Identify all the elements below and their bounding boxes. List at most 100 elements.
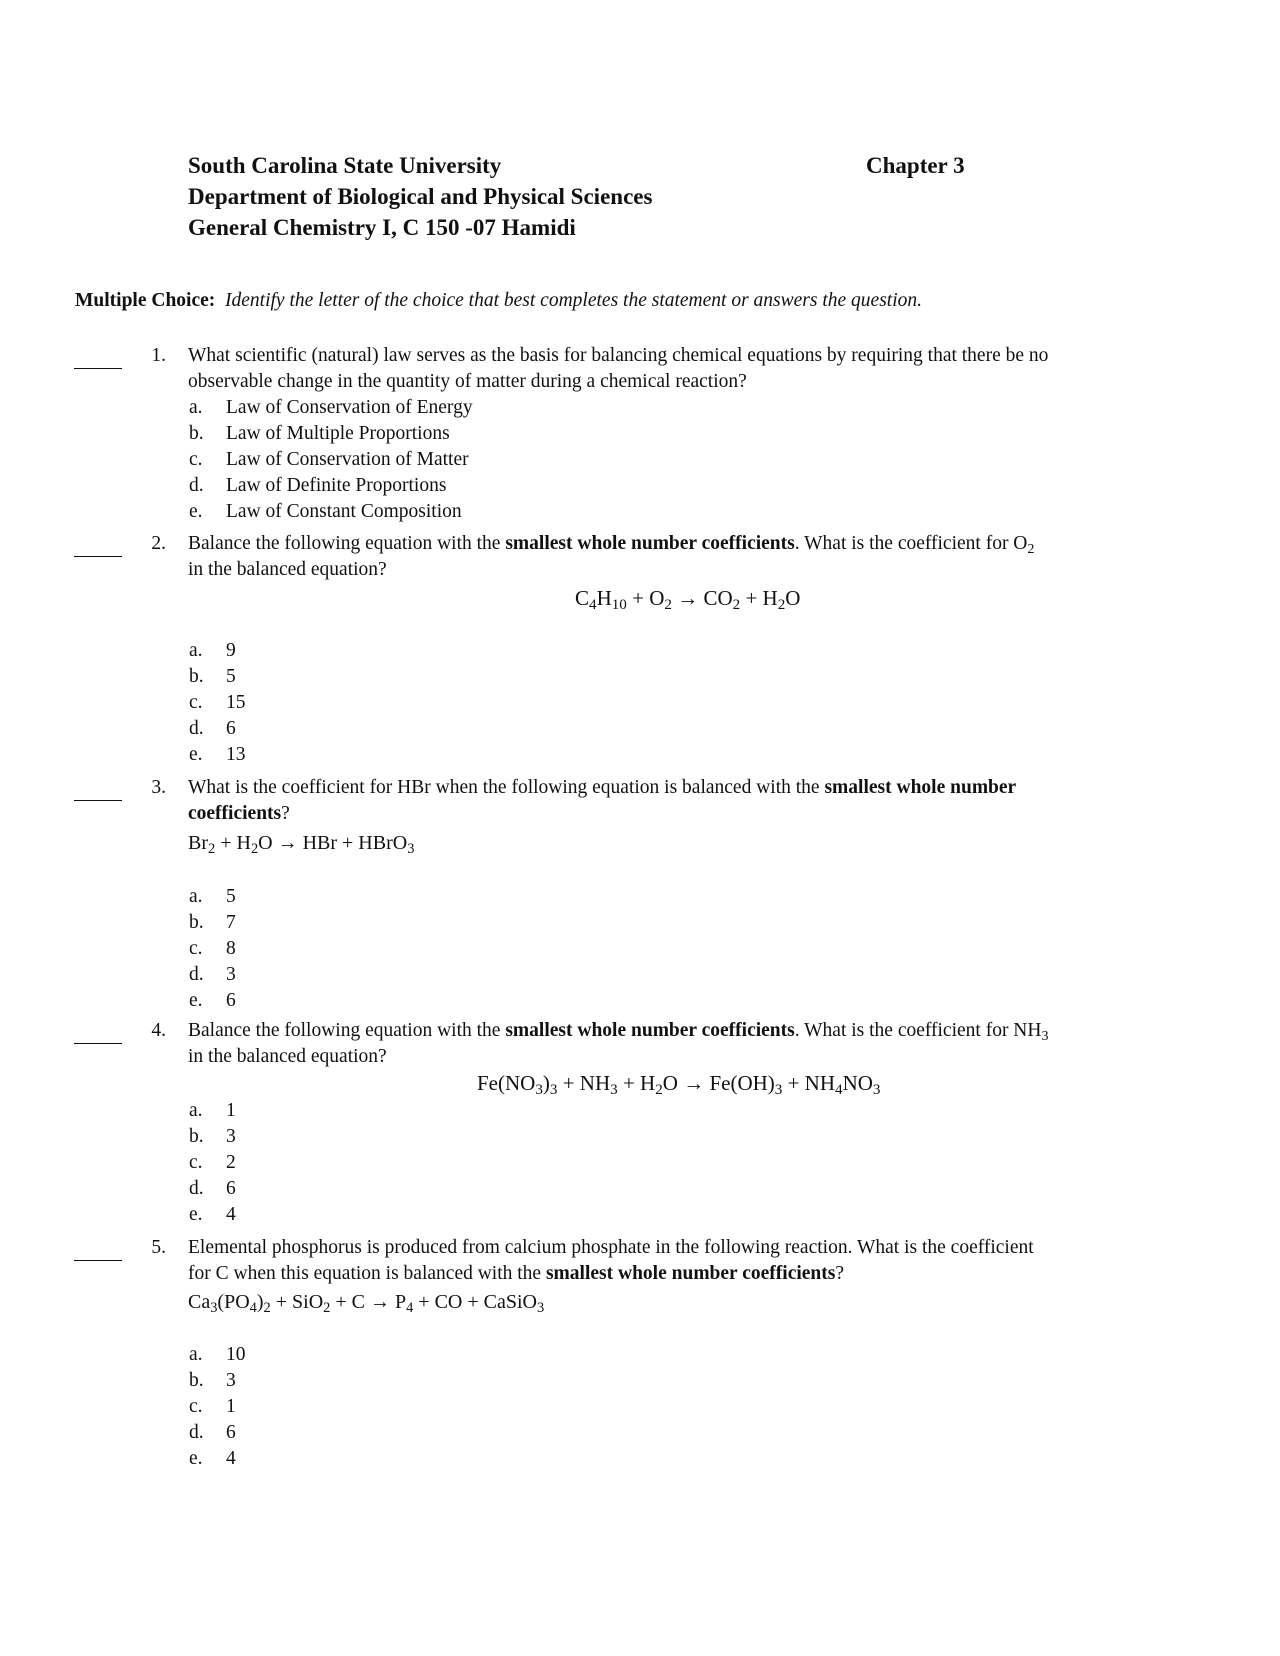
- question-text-line: Balance the following equation with the …: [188, 1018, 1049, 1044]
- option-text: 3: [226, 964, 236, 985]
- option[interactable]: b. 7: [189, 910, 236, 936]
- option[interactable]: e. 13: [189, 742, 246, 768]
- question-text-line: What scientific (natural) law serves as …: [188, 345, 1049, 366]
- option[interactable]: c. 2: [189, 1150, 236, 1176]
- option[interactable]: a. 10: [189, 1342, 246, 1368]
- option-text: Law of Definite Proportions: [226, 475, 447, 496]
- answer-blank[interactable]: [74, 368, 122, 369]
- question-text-line: in the balanced equation?: [188, 559, 387, 580]
- option-text: Law of Constant Composition: [226, 501, 462, 522]
- course-name: General Chemistry I, C 150 -07 Hamidi: [188, 215, 576, 240]
- option-text: 7: [226, 912, 236, 933]
- option[interactable]: a. Law of Conservation of Energy: [189, 395, 473, 421]
- answer-blank[interactable]: [74, 556, 122, 557]
- option-letter: a.: [189, 397, 203, 418]
- question-text: What is the coefficient for HBr when the…: [188, 775, 1016, 827]
- text-span: What is the coefficient for HBr when the…: [188, 777, 825, 798]
- option[interactable]: c. 15: [189, 690, 246, 716]
- option[interactable]: e. 4: [189, 1446, 246, 1472]
- option[interactable]: d. 6: [189, 1176, 236, 1202]
- option[interactable]: d. 6: [189, 1420, 246, 1446]
- text-span: ?: [835, 1263, 845, 1284]
- option[interactable]: b. 3: [189, 1368, 246, 1394]
- chemical-equation: Fe(NO3)3 + NH3 + H2O → Fe(OH)3 + NH4NO3: [477, 1071, 881, 1099]
- option-letter: b.: [189, 423, 204, 444]
- option[interactable]: b. 3: [189, 1124, 236, 1150]
- option[interactable]: a. 1: [189, 1098, 236, 1124]
- question-number: 5.: [151, 1237, 166, 1258]
- option-text: 8: [226, 938, 236, 959]
- option[interactable]: e. 4: [189, 1202, 236, 1228]
- option-letter: d.: [189, 475, 204, 496]
- option-letter: b.: [189, 1126, 204, 1147]
- text-span: . What is the coefficient for NH: [794, 1020, 1042, 1041]
- option[interactable]: b. 5: [189, 664, 246, 690]
- option-letter: d.: [189, 1422, 204, 1443]
- option-list: a. 5 b. 7 c. 8 d. 3 e. 6: [189, 884, 236, 1014]
- option-letter: e.: [189, 501, 203, 522]
- option-text: 15: [226, 692, 246, 713]
- option[interactable]: a. 5: [189, 884, 236, 910]
- question-text: What scientific (natural) law serves as …: [188, 343, 1048, 395]
- option-text: 5: [226, 666, 236, 687]
- question-number: 1.: [151, 345, 166, 366]
- option-list: a. 9 b. 5 c. 15 d. 6 e. 13: [189, 638, 246, 768]
- text-span: . What is the coefficient for O: [794, 533, 1028, 554]
- option-letter: d.: [189, 718, 204, 739]
- option-text: 2: [226, 1152, 236, 1173]
- header-block: South Carolina State University Departme…: [188, 150, 652, 243]
- question-number: 2.: [151, 533, 166, 554]
- option-text: 4: [226, 1448, 236, 1469]
- option-text: 6: [226, 990, 236, 1011]
- option[interactable]: c. Law of Conservation of Matter: [189, 447, 473, 473]
- question-number: 4.: [151, 1020, 166, 1041]
- option-text: 1: [226, 1396, 236, 1417]
- question-text-line: for C when this equation is balanced wit…: [188, 1261, 1034, 1287]
- option-text: 6: [226, 718, 236, 739]
- option[interactable]: d. 6: [189, 716, 246, 742]
- option[interactable]: e. Law of Constant Composition: [189, 499, 473, 525]
- option[interactable]: a. 9: [189, 638, 246, 664]
- emphasis-text: smallest whole number coefficients: [505, 1020, 795, 1041]
- university-name: South Carolina State University: [188, 153, 502, 178]
- text-span: for C when this equation is balanced wit…: [188, 1263, 546, 1284]
- emphasis-text: smallest whole number coefficients: [545, 1263, 836, 1284]
- option-letter: a.: [189, 1344, 203, 1365]
- answer-blank[interactable]: [74, 1260, 122, 1261]
- question-number: 3.: [151, 777, 166, 798]
- emphasis-text: smallest whole number coefficients: [505, 533, 795, 554]
- text-span: ?: [281, 803, 290, 824]
- option-letter: c.: [189, 449, 203, 470]
- option-letter: e.: [189, 1204, 203, 1225]
- question-text: Balance the following equation with the …: [188, 1018, 1049, 1070]
- option-letter: a.: [189, 640, 203, 661]
- option[interactable]: e. 6: [189, 988, 236, 1014]
- option-text: 9: [226, 640, 236, 661]
- question-text-line: What is the coefficient for HBr when the…: [188, 775, 1016, 801]
- instructions-text: Identify the letter of the choice that b…: [225, 290, 923, 311]
- option-letter: e.: [189, 744, 203, 765]
- option-text: 3: [226, 1370, 236, 1391]
- option[interactable]: b. Law of Multiple Proportions: [189, 421, 473, 447]
- option[interactable]: d. 3: [189, 962, 236, 988]
- option[interactable]: d. Law of Definite Proportions: [189, 473, 473, 499]
- option[interactable]: c. 1: [189, 1394, 246, 1420]
- option-text: Law of Conservation of Energy: [226, 397, 473, 418]
- option[interactable]: c. 8: [189, 936, 236, 962]
- option-letter: b.: [189, 912, 204, 933]
- question-text-line: Balance the following equation with the …: [188, 531, 1034, 557]
- instructions: Multiple Choice: Identify the letter of …: [75, 290, 922, 312]
- option-letter: e.: [189, 1448, 203, 1469]
- question-text: Balance the following equation with the …: [188, 531, 1034, 583]
- answer-blank[interactable]: [74, 800, 122, 801]
- question-text-line: coefficients?: [188, 801, 1016, 827]
- chemical-equation: Ca3(PO4)2 + SiO2 + C → P4 + CO + CaSiO3: [188, 1291, 545, 1317]
- option-text: Law of Conservation of Matter: [226, 449, 469, 470]
- emphasis-text: smallest whole number: [824, 777, 1017, 798]
- subscript: 2: [1027, 540, 1035, 557]
- option-letter: a.: [189, 886, 203, 907]
- option-text: 10: [226, 1344, 246, 1365]
- option-letter: a.: [189, 1100, 203, 1121]
- option-text: 6: [226, 1178, 236, 1199]
- answer-blank[interactable]: [74, 1043, 122, 1044]
